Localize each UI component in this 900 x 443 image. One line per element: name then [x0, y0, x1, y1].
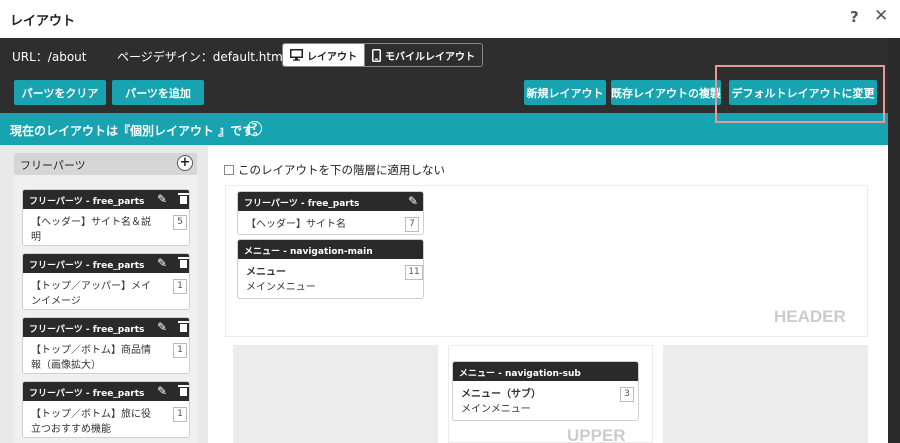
part-card-header: メニュー - navigation-main	[238, 240, 423, 259]
monitor-icon	[290, 49, 303, 61]
checkbox-box[interactable]	[224, 165, 234, 175]
close-icon[interactable]: ✕	[874, 6, 888, 26]
part-card-header: フリーパーツ - free_parts ✎	[238, 192, 423, 211]
part-card-body: 【ヘッダー】サイト名 7	[238, 211, 423, 232]
part-card-title: フリーパーツ - free_parts	[29, 197, 145, 207]
pencil-icon[interactable]: ✎	[157, 256, 167, 270]
trash-icon[interactable]	[178, 193, 189, 204]
pencil-icon[interactable]: ✎	[408, 194, 418, 208]
free-part-card[interactable]: フリーパーツ - free_parts ✎ 【トップ／ボトム】旅に役 立つおすす…	[22, 381, 190, 438]
part-card-line: メニュー（サブ）	[461, 389, 541, 400]
free-part-card[interactable]: フリーパーツ - free_parts ✎ 【ヘッダー】サイト名＆説 明 5	[22, 189, 190, 246]
view-layout-button[interactable]: レイアウト	[283, 44, 364, 66]
part-card-line: 【ヘッダー】サイト名＆説	[31, 217, 151, 228]
header-part-card[interactable]: メニュー - navigation-main メニュー メインメニュー 11	[237, 239, 424, 299]
header-part-card[interactable]: フリーパーツ - free_parts ✎ 【ヘッダー】サイト名 7	[237, 191, 424, 235]
layout-editor: フリーパーツ + フリーパーツ - free_parts ✎ 【ヘッダー】サイト…	[0, 145, 888, 443]
pencil-icon[interactable]: ✎	[157, 384, 167, 398]
trash-icon[interactable]	[178, 321, 189, 332]
header-zone-label: HEADER	[774, 307, 846, 326]
part-card-line: 【ヘッダー】サイト名	[246, 219, 346, 230]
layout-canvas: このレイアウトを下の階層に適用しない フリーパーツ - free_parts ✎…	[208, 145, 888, 443]
part-card-body: 【トップ／ボトム】旅に役 立つおすすめ機能 1	[23, 401, 189, 437]
upper-part-card[interactable]: メニュー - navigation-sub メニュー（サブ） メインメニュー 3	[452, 361, 639, 421]
part-card-line: 立つおすすめ機能	[31, 424, 111, 435]
part-count-badge: 1	[173, 407, 187, 422]
dialog-titlebar: レイアウト ? ✕	[0, 0, 900, 38]
part-card-title: フリーパーツ - free_parts	[29, 261, 145, 271]
question-icon[interactable]: ?	[247, 121, 262, 136]
highlight-box	[715, 65, 885, 123]
part-card-body: 【トップ／アッパー】メイ ンイメージ 1	[23, 273, 189, 309]
free-parts-title: フリーパーツ	[20, 159, 86, 172]
part-card-line: 【トップ／ボトム】旅に役	[31, 409, 151, 420]
part-card-header: フリーパーツ - free_parts ✎	[23, 382, 189, 401]
layout-info-text: 現在のレイアウトは『個別レイアウト 』です。	[10, 124, 265, 138]
part-count-badge: 1	[173, 279, 187, 294]
add-free-part-icon[interactable]: +	[177, 155, 193, 171]
part-count-badge: 11	[405, 265, 423, 280]
no-apply-checkbox[interactable]: このレイアウトを下の階層に適用しない	[224, 162, 445, 178]
part-card-title: フリーパーツ - free_parts	[29, 325, 145, 335]
part-card-header: フリーパーツ - free_parts ✎	[23, 190, 189, 209]
free-part-card[interactable]: フリーパーツ - free_parts ✎ 【トップ／アッパー】メイ ンイメージ…	[22, 253, 190, 310]
part-card-body: 【トップ／ボトム】商品情 報（画像拡大） 1	[23, 337, 189, 373]
scrollbar[interactable]	[888, 38, 900, 443]
view-mobile-label: モバイルレイアウト	[385, 51, 475, 63]
copy-layout-button[interactable]: 既存レイアウトの複製	[611, 80, 721, 105]
part-card-line: ンイメージ	[31, 296, 81, 307]
upper-right-zone[interactable]	[663, 345, 868, 443]
upper-center-zone[interactable]: メニュー - navigation-sub メニュー（サブ） メインメニュー 3…	[448, 345, 653, 443]
upper-zone-label: UPPER	[567, 426, 626, 443]
mobile-icon	[372, 48, 381, 62]
view-toggle: レイアウト モバイルレイアウト	[282, 43, 483, 67]
pencil-icon[interactable]: ✎	[157, 320, 167, 334]
view-layout-label: レイアウト	[307, 51, 357, 63]
pencil-icon[interactable]: ✎	[157, 192, 167, 206]
new-layout-button[interactable]: 新規レイアウト	[524, 80, 606, 105]
trash-icon[interactable]	[178, 385, 189, 396]
help-icon[interactable]: ?	[850, 8, 859, 26]
part-card-line: メインメニュー	[246, 282, 316, 293]
part-card-header: フリーパーツ - free_parts ✎	[23, 318, 189, 337]
part-card-title: フリーパーツ - free_parts	[29, 389, 145, 399]
upper-left-zone[interactable]	[233, 345, 438, 443]
part-count-badge: 1	[173, 343, 187, 358]
part-card-header: メニュー - navigation-sub	[453, 362, 638, 381]
add-parts-button[interactable]: パーツを追加	[112, 80, 204, 105]
part-card-body: メニュー メインメニュー 11	[238, 259, 423, 295]
part-card-line: 【トップ／アッパー】メイ	[31, 281, 151, 292]
part-count-badge: 5	[173, 215, 187, 230]
dialog-title: レイアウト	[10, 14, 76, 29]
clear-parts-button[interactable]: パーツをクリア	[14, 80, 106, 105]
part-card-body: 【ヘッダー】サイト名＆説 明 5	[23, 209, 189, 245]
part-card-title: フリーパーツ - free_parts	[244, 199, 360, 209]
free-part-card[interactable]: フリーパーツ - free_parts ✎ 【トップ／ボトム】商品情 報（画像拡…	[22, 317, 190, 374]
free-parts-panel: フリーパーツ + フリーパーツ - free_parts ✎ 【ヘッダー】サイト…	[14, 153, 197, 443]
part-card-line: メインメニュー	[461, 404, 531, 415]
part-card-line: 報（画像拡大）	[31, 360, 101, 371]
view-mobile-button[interactable]: モバイルレイアウト	[364, 44, 482, 66]
part-card-title: メニュー - navigation-sub	[459, 369, 581, 379]
part-count-badge: 3	[620, 387, 634, 402]
free-parts-header: フリーパーツ +	[14, 153, 197, 175]
page-design-label: ページデザイン：default.htm	[117, 50, 283, 64]
part-count-badge: 7	[405, 217, 419, 232]
no-apply-label: このレイアウトを下の階層に適用しない	[238, 163, 445, 177]
part-card-line: 明	[31, 232, 41, 243]
part-card-line: 【トップ／ボトム】商品情	[31, 345, 151, 356]
part-card-line: メニュー	[246, 267, 286, 278]
trash-icon[interactable]	[178, 257, 189, 268]
part-card-header: フリーパーツ - free_parts ✎	[23, 254, 189, 273]
header-drop-zone[interactable]: フリーパーツ - free_parts ✎ 【ヘッダー】サイト名 7 メニュー …	[225, 185, 868, 337]
url-label: URL：/about	[12, 50, 87, 64]
part-card-body: メニュー（サブ） メインメニュー 3	[453, 381, 638, 417]
part-card-title: メニュー - navigation-main	[244, 247, 373, 257]
